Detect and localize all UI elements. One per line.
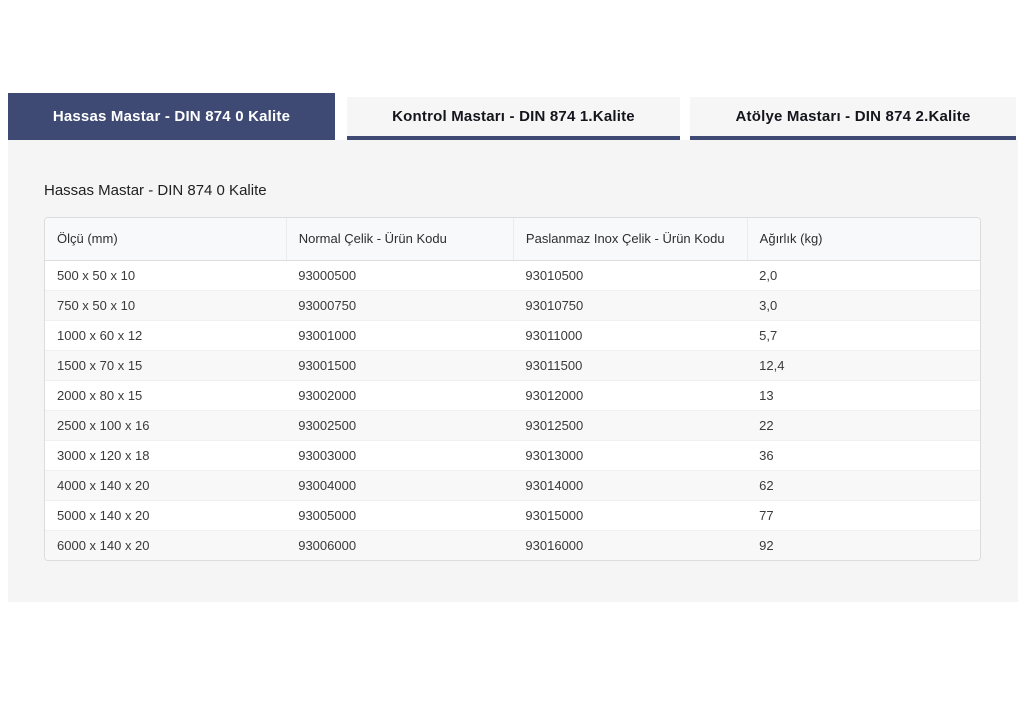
cell-olcu: 6000 x 140 x 20 — [45, 530, 286, 560]
table-header-row: Ölçü (mm) Normal Çelik - Ürün Kodu Pasla… — [45, 218, 980, 260]
column-header-olcu: Ölçü (mm) — [45, 218, 286, 260]
cell-paslanmaz: 93012500 — [513, 410, 747, 440]
cell-paslanmaz: 93010500 — [513, 260, 747, 290]
table-row: 6000 x 140 x 20 93006000 93016000 92 — [45, 530, 980, 560]
table-row: 4000 x 140 x 20 93004000 93014000 62 — [45, 470, 980, 500]
cell-agirlik: 3,0 — [747, 290, 980, 320]
cell-olcu: 750 x 50 x 10 — [45, 290, 286, 320]
product-table-body: 500 x 50 x 10 93000500 93010500 2,0 750 … — [45, 260, 980, 560]
column-header-paslanmaz: Paslanmaz Inox Çelik - Ürün Kodu — [513, 218, 747, 260]
column-header-agirlik: Ağırlık (kg) — [747, 218, 980, 260]
tab-bar: Hassas Mastar - DIN 874 0 Kalite Kontrol… — [8, 93, 1016, 140]
tab-content-panel: Hassas Mastar - DIN 874 0 Kalite Ölçü (m… — [8, 140, 1018, 602]
cell-normal: 93004000 — [286, 470, 513, 500]
tab-hassas-mastar[interactable]: Hassas Mastar - DIN 874 0 Kalite — [8, 93, 335, 140]
cell-agirlik: 62 — [747, 470, 980, 500]
cell-agirlik: 92 — [747, 530, 980, 560]
cell-paslanmaz: 93011000 — [513, 320, 747, 350]
cell-normal: 93001000 — [286, 320, 513, 350]
table-row: 750 x 50 x 10 93000750 93010750 3,0 — [45, 290, 980, 320]
cell-paslanmaz: 93016000 — [513, 530, 747, 560]
cell-agirlik: 36 — [747, 440, 980, 470]
column-header-normal: Normal Çelik - Ürün Kodu — [286, 218, 513, 260]
cell-olcu: 4000 x 140 x 20 — [45, 470, 286, 500]
table-row: 2000 x 80 x 15 93002000 93012000 13 — [45, 380, 980, 410]
cell-paslanmaz: 93013000 — [513, 440, 747, 470]
cell-olcu: 2000 x 80 x 15 — [45, 380, 286, 410]
cell-agirlik: 5,7 — [747, 320, 980, 350]
table-row: 1500 x 70 x 15 93001500 93011500 12,4 — [45, 350, 980, 380]
cell-paslanmaz: 93010750 — [513, 290, 747, 320]
cell-normal: 93003000 — [286, 440, 513, 470]
cell-agirlik: 22 — [747, 410, 980, 440]
tab-atolye-mastari[interactable]: Atölye Mastarı - DIN 874 2.Kalite — [690, 97, 1016, 140]
table-row: 1000 x 60 x 12 93001000 93011000 5,7 — [45, 320, 980, 350]
cell-normal: 93005000 — [286, 500, 513, 530]
table-row: 500 x 50 x 10 93000500 93010500 2,0 — [45, 260, 980, 290]
cell-paslanmaz: 93014000 — [513, 470, 747, 500]
cell-paslanmaz: 93015000 — [513, 500, 747, 530]
table-row: 3000 x 120 x 18 93003000 93013000 36 — [45, 440, 980, 470]
cell-normal: 93002500 — [286, 410, 513, 440]
cell-olcu: 5000 x 140 x 20 — [45, 500, 286, 530]
page-title: Hassas Mastar - DIN 874 0 Kalite — [44, 182, 267, 199]
cell-normal: 93006000 — [286, 530, 513, 560]
cell-normal: 93000500 — [286, 260, 513, 290]
cell-normal: 93002000 — [286, 380, 513, 410]
cell-normal: 93001500 — [286, 350, 513, 380]
table-row: 5000 x 140 x 20 93005000 93015000 77 — [45, 500, 980, 530]
cell-normal: 93000750 — [286, 290, 513, 320]
cell-olcu: 1500 x 70 x 15 — [45, 350, 286, 380]
table-row: 2500 x 100 x 16 93002500 93012500 22 — [45, 410, 980, 440]
cell-agirlik: 12,4 — [747, 350, 980, 380]
cell-olcu: 3000 x 120 x 18 — [45, 440, 286, 470]
tab-kontrol-mastari[interactable]: Kontrol Mastarı - DIN 874 1.Kalite — [347, 97, 680, 140]
cell-paslanmaz: 93012000 — [513, 380, 747, 410]
cell-olcu: 2500 x 100 x 16 — [45, 410, 286, 440]
cell-agirlik: 13 — [747, 380, 980, 410]
cell-paslanmaz: 93011500 — [513, 350, 747, 380]
cell-agirlik: 2,0 — [747, 260, 980, 290]
product-table: Ölçü (mm) Normal Çelik - Ürün Kodu Pasla… — [44, 217, 981, 561]
cell-agirlik: 77 — [747, 500, 980, 530]
cell-olcu: 500 x 50 x 10 — [45, 260, 286, 290]
cell-olcu: 1000 x 60 x 12 — [45, 320, 286, 350]
